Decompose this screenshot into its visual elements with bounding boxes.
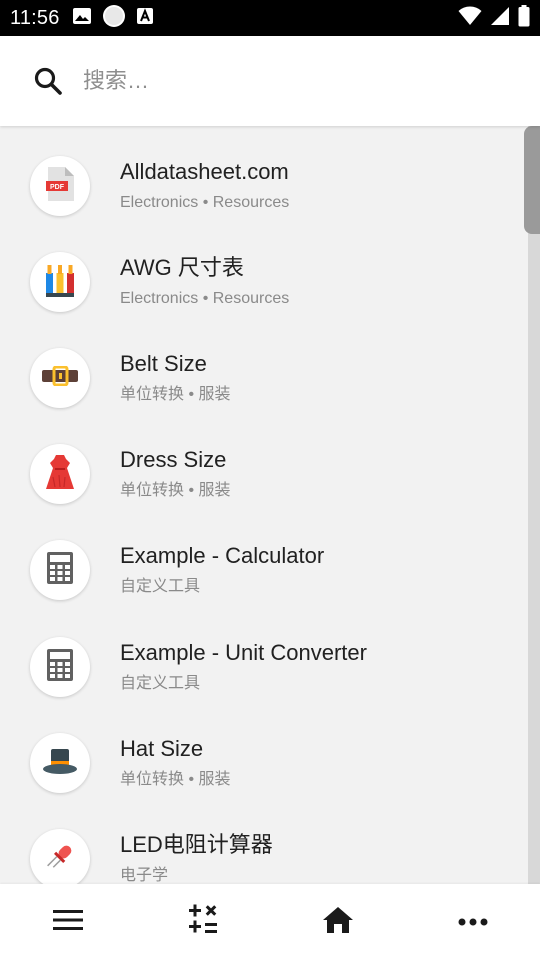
calculator-ops-button[interactable] bbox=[135, 884, 270, 960]
item-subtitle: 自定义工具 bbox=[120, 675, 201, 692]
item-subtitle: Electronics • Resources bbox=[120, 290, 290, 307]
calculator-icon bbox=[47, 551, 73, 589]
calculator-ops-icon bbox=[187, 904, 219, 941]
calculator-icon bbox=[47, 648, 73, 686]
hat-icon bbox=[42, 747, 78, 780]
avatar bbox=[30, 637, 90, 697]
status-bar: 11:56 bbox=[0, 0, 540, 36]
search-icon[interactable] bbox=[33, 66, 63, 96]
item-title: Example - Calculator bbox=[120, 543, 325, 568]
font-icon bbox=[136, 7, 154, 30]
item-title: AWG 尺寸表 bbox=[120, 255, 244, 280]
item-title: LED电阻计算器 bbox=[120, 832, 273, 857]
led-icon bbox=[44, 841, 76, 878]
tool-list: PDF Alldatasheet.com Electronics • Resou… bbox=[0, 126, 540, 884]
avatar bbox=[30, 540, 90, 600]
avatar bbox=[30, 829, 90, 884]
more-icon bbox=[458, 913, 488, 931]
pdf-file-icon: PDF bbox=[46, 166, 74, 206]
item-subtitle: Electronics • Resources bbox=[120, 194, 290, 211]
menu-button[interactable] bbox=[0, 884, 135, 960]
circle-icon bbox=[102, 4, 126, 33]
list-item-alldatasheet[interactable]: PDF Alldatasheet.com Electronics • Resou… bbox=[0, 138, 540, 234]
svg-text:PDF: PDF bbox=[50, 184, 65, 191]
battery-icon bbox=[518, 4, 530, 32]
scrollbar-track[interactable] bbox=[528, 126, 540, 884]
avatar: PDF bbox=[30, 156, 90, 216]
item-title: Dress Size bbox=[120, 447, 227, 472]
list-item-dress-size[interactable]: Dress Size 单位转换 • 服装 bbox=[0, 426, 540, 522]
search-bar bbox=[0, 36, 540, 126]
list-item-hat-size[interactable]: Hat Size 单位转换 • 服装 bbox=[0, 715, 540, 811]
list-item-belt-size[interactable]: Belt Size 单位转换 • 服装 bbox=[0, 330, 540, 426]
avatar bbox=[30, 733, 90, 793]
search-input[interactable] bbox=[83, 68, 483, 94]
belt-icon bbox=[42, 365, 78, 391]
item-title: Hat Size bbox=[120, 736, 204, 761]
wifi-icon bbox=[458, 6, 482, 31]
list-item-example-unit-converter[interactable]: Example - Unit Converter 自定义工具 bbox=[0, 619, 540, 715]
signal-icon bbox=[490, 6, 510, 31]
home-icon bbox=[322, 906, 354, 939]
status-time: 11:56 bbox=[10, 6, 60, 29]
item-title: Belt Size bbox=[120, 351, 207, 376]
more-button[interactable] bbox=[405, 884, 540, 960]
avatar bbox=[30, 252, 90, 312]
item-subtitle: 电子学 bbox=[120, 867, 169, 884]
list-item-awg[interactable]: AWG 尺寸表 Electronics • Resources bbox=[0, 234, 540, 330]
home-button[interactable] bbox=[270, 884, 405, 960]
item-title: Example - Unit Converter bbox=[120, 640, 367, 665]
dress-icon bbox=[45, 454, 75, 494]
item-subtitle: 单位转换 • 服装 bbox=[120, 482, 231, 499]
scrollbar-thumb[interactable] bbox=[524, 126, 540, 234]
item-subtitle: 单位转换 • 服装 bbox=[120, 386, 231, 403]
avatar bbox=[30, 444, 90, 504]
list-item-example-calculator[interactable]: Example - Calculator 自定义工具 bbox=[0, 522, 540, 618]
item-title: Alldatasheet.com bbox=[120, 159, 289, 184]
item-subtitle: 单位转换 • 服装 bbox=[120, 771, 231, 788]
list-item-led-resistor[interactable]: LED电阻计算器 电子学 bbox=[0, 811, 540, 884]
image-icon bbox=[72, 6, 92, 31]
item-subtitle: 自定义工具 bbox=[120, 578, 201, 595]
menu-icon bbox=[52, 909, 83, 936]
bottom-nav bbox=[0, 884, 540, 960]
avatar bbox=[30, 348, 90, 408]
wires-icon bbox=[44, 263, 76, 302]
